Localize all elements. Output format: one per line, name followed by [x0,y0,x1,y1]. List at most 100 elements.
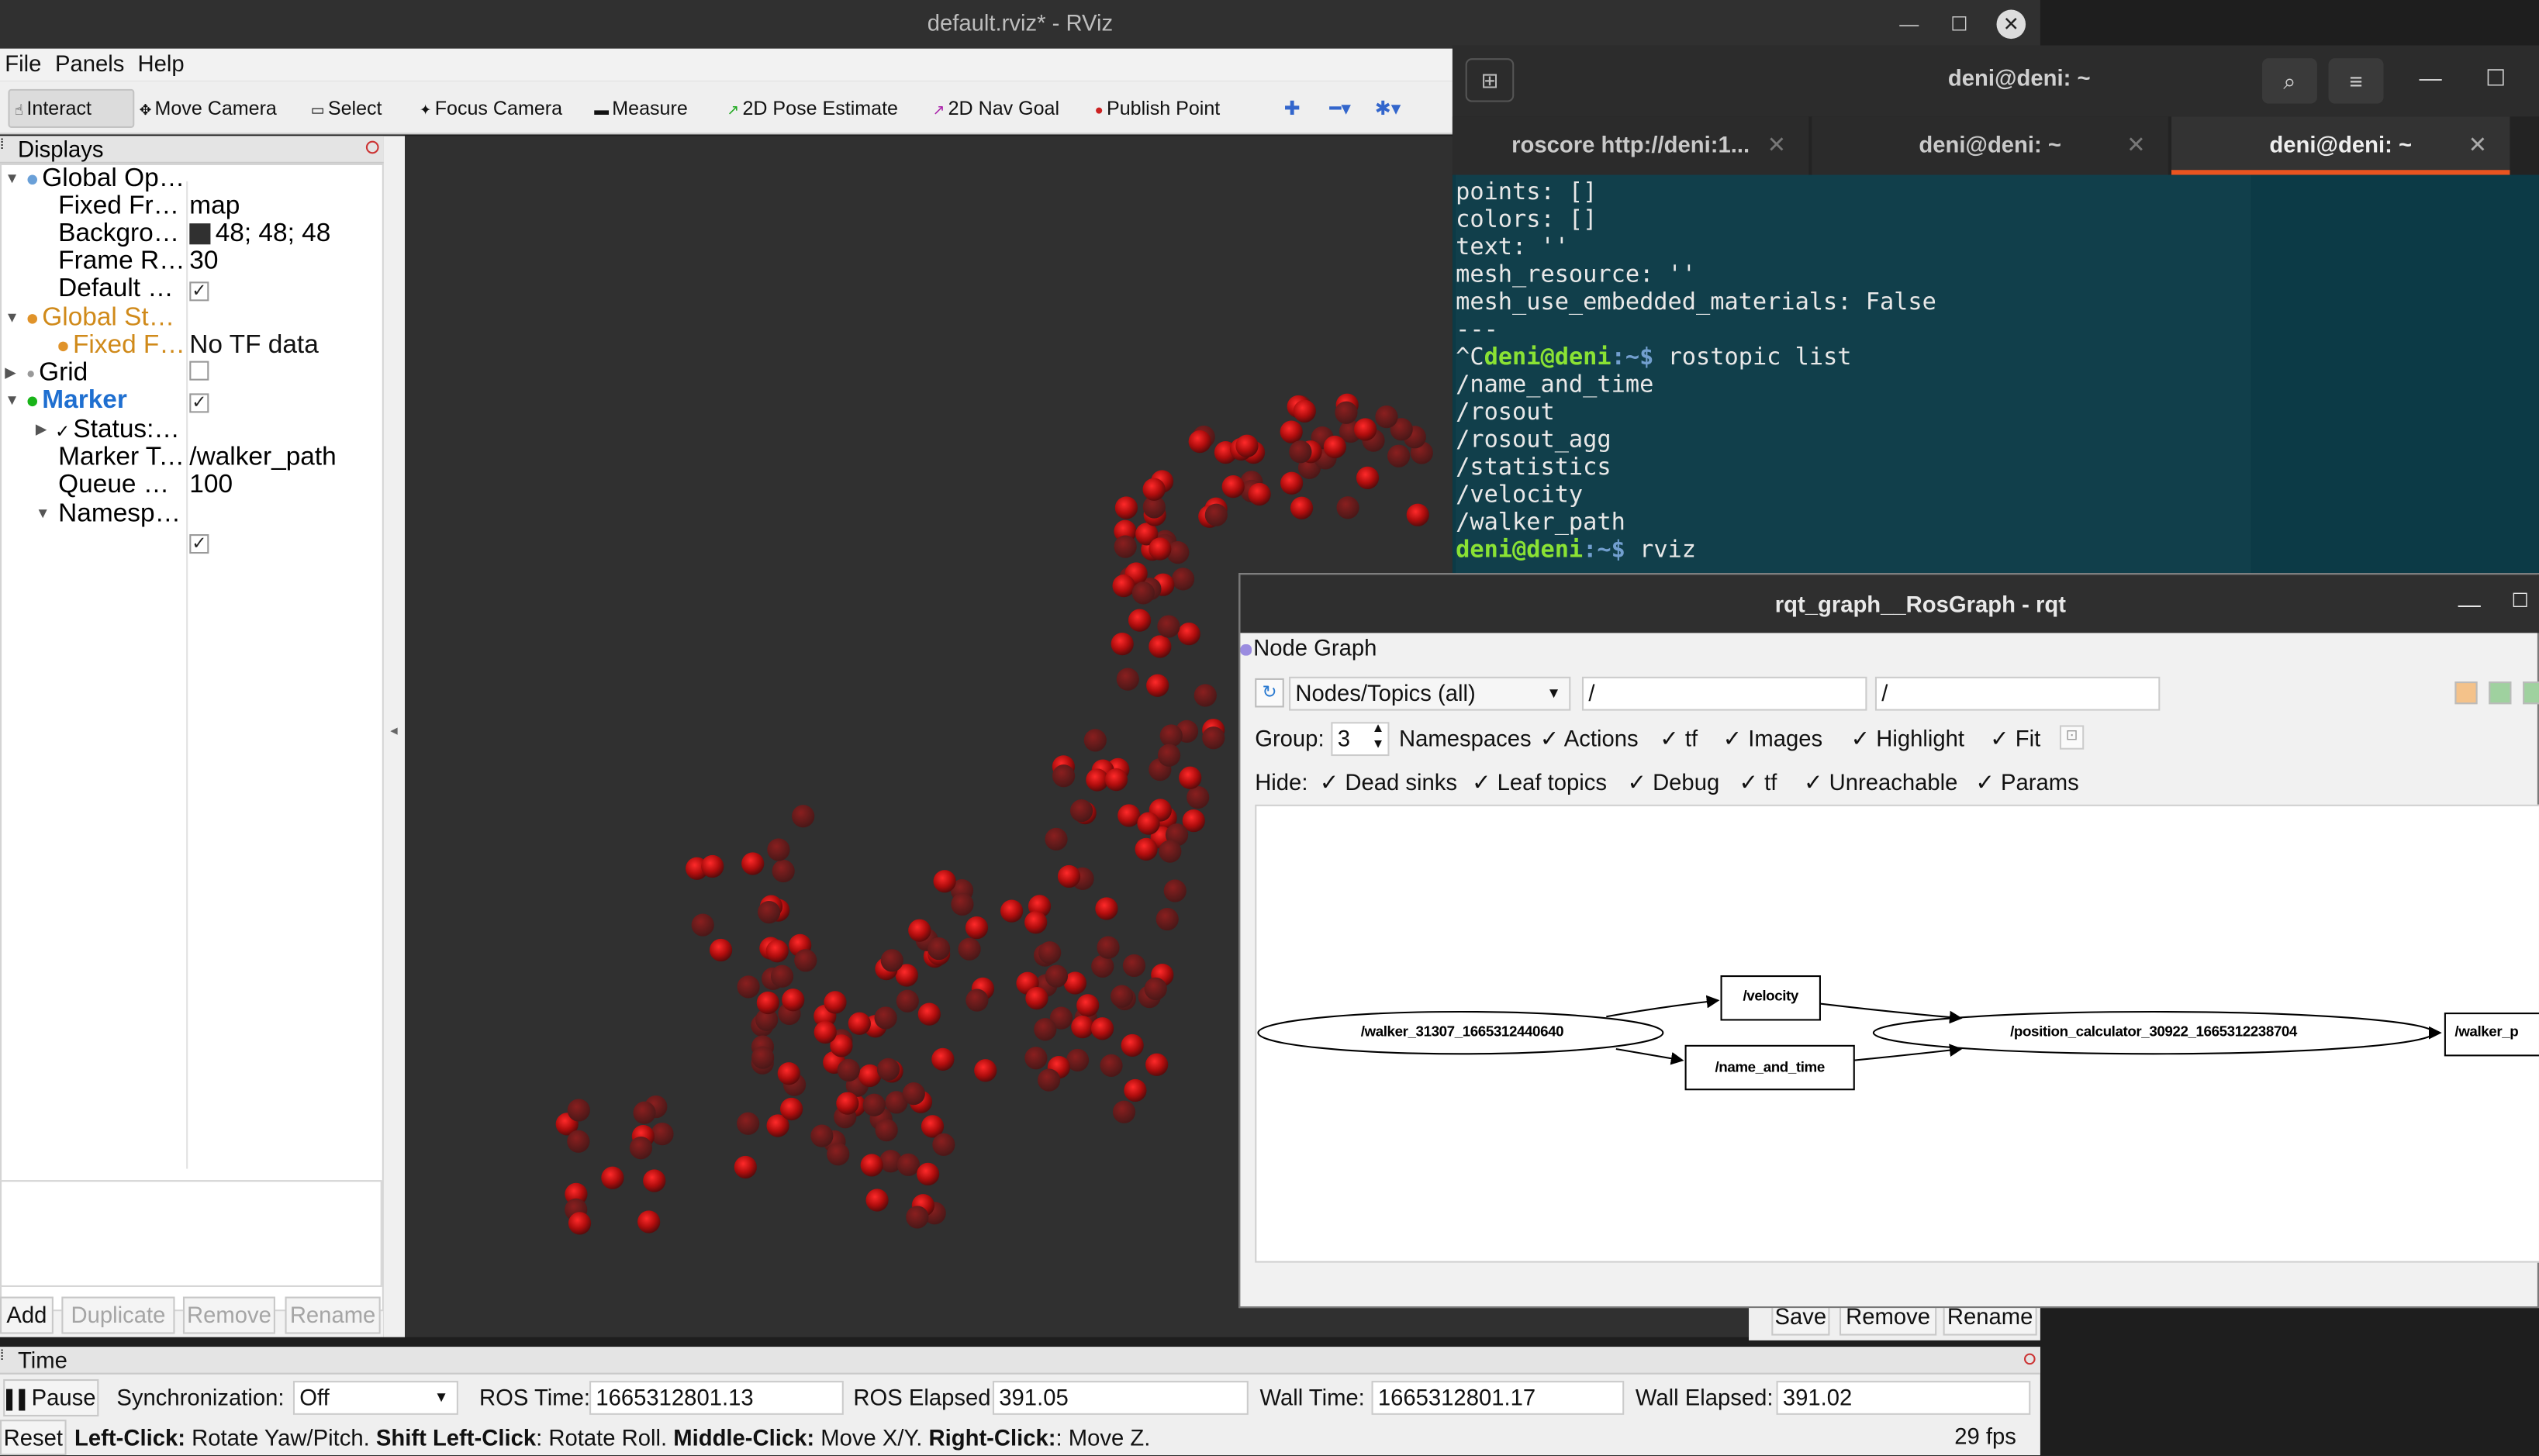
tab-deni-2[interactable]: deni@deni: ~ ✕ [2171,116,2510,175]
tree-row-frame-rate[interactable]: Frame Rate 30 [0,247,381,274]
add-display-button[interactable]: Add [0,1296,54,1334]
graph-topic-walker-path[interactable]: /walker_p [2454,1023,2539,1040]
measure-tool[interactable]: ▬ Measure [594,94,687,123]
group-spinbox[interactable]: 3 ▲ ▼ [1331,720,1390,757]
reset-button[interactable]: Reset [0,1420,67,1456]
close-icon[interactable]: ✕ [1996,9,2026,40]
move-camera-tool[interactable]: ✥ Move Camera [140,94,277,123]
actions-checkbox[interactable]: ✓ Actions [1540,725,1639,752]
collapsed-icon[interactable]: ▶ [36,416,47,443]
fit-in-view-icon[interactable]: ⊡ [2059,725,2085,750]
collapse-icon[interactable]: ◂ [390,722,397,740]
highlight-checkbox[interactable]: ✓ Highlight [1851,725,1964,752]
maximize-icon[interactable]: ☐ [2511,589,2528,612]
tree-row-default-light[interactable]: Default Li... ✓ [0,275,381,302]
tool-properties-icon[interactable]: ✱▾ [1375,94,1401,123]
publish-point-tool[interactable]: ● Publish Point [1094,94,1220,123]
description-box [0,1180,382,1287]
refresh-icon[interactable]: ↻ [1255,678,1284,708]
hide-tf-checkbox[interactable]: ✓ tf [1739,769,1777,796]
splitter[interactable]: ◂ [383,136,405,1337]
select-tool[interactable]: ▭ Select [311,94,382,123]
save-dot-icon[interactable] [2489,681,2512,705]
expand-icon[interactable]: ▼ [5,305,19,332]
close-panel-icon[interactable] [2024,1353,2036,1365]
hamburger-menu-icon[interactable]: ≡ [2328,58,2384,104]
expand-icon[interactable]: ▼ [36,500,50,527]
maximize-icon[interactable]: ☐ [1945,10,1974,40]
menu-panels[interactable]: Panels [55,50,124,76]
tree-row-marker-topic[interactable]: Marker To... /walker_path [0,443,381,471]
wall-time-field[interactable]: 1665312801.17 [1371,1381,1625,1415]
fixed-frame-value[interactable]: map [189,192,240,219]
close-tab-icon[interactable]: ✕ [1767,116,1787,171]
wall-elapsed-field[interactable]: 391.02 [1776,1381,2031,1415]
nav-goal-tool[interactable]: ↗ 2D Nav Goal [933,94,1059,123]
interact-tool[interactable]: ☝ Interact [8,88,135,128]
search-icon[interactable]: ⌕ [2261,58,2317,104]
ros-time-field[interactable]: 1665312801.13 [589,1381,844,1415]
graph-mode-select[interactable]: Nodes/Topics (all) ▼ [1289,676,1571,711]
tree-row-global-status[interactable]: ▼ Global Stat... [0,305,381,332]
graph-topic-velocity[interactable]: /velocity [1722,988,1820,1004]
default-light-checkbox[interactable]: ✓ [189,281,209,302]
fit-checkbox[interactable]: ✓ Fit [1990,725,2040,752]
tree-row-status-ok[interactable]: ▶ ✓ Status: Ok [0,416,381,443]
sync-select[interactable]: Off ▼ [292,1381,458,1415]
images-checkbox[interactable]: ✓ Images [1723,725,1823,752]
minimize-icon[interactable]: — [1895,10,1924,40]
tab-roscore[interactable]: roscore http://deni:1... ✕ [1452,116,1809,175]
tree-row-namespaces[interactable]: ▼ Namespa... [0,500,381,527]
tree-row-fixed-frame-status[interactable]: Fixed Fr... No TF data [0,332,381,360]
ros-elapsed-field[interactable]: 391.05 [992,1381,1249,1415]
stepper-icon[interactable]: ▲ ▼ [1372,720,1385,753]
pause-button[interactable]: ▌▌Pause [3,1378,99,1416]
close-tab-icon[interactable]: ✕ [2126,116,2146,171]
grid-checkbox[interactable] [189,361,209,381]
dead-sinks-checkbox[interactable]: ✓ Dead sinks [1320,769,1457,796]
minimize-icon[interactable]: — [2419,65,2441,91]
pose-estimate-tool[interactable]: ↗ 2D Pose Estimate [727,94,898,123]
color-swatch[interactable] [189,223,211,245]
duplicate-button[interactable]: Duplicate [61,1296,175,1334]
params-checkbox[interactable]: ✓ Params [1975,769,2078,796]
graph-canvas[interactable]: /walker_31307_1665312440640 /velocity /n… [1255,804,2539,1263]
terminal-output[interactable]: points: [] colors: [] text: '' mesh_reso… [1452,174,2539,596]
remove-display-button[interactable]: Remove [182,1296,275,1334]
menu-file[interactable]: File [5,50,41,76]
rename-display-button[interactable]: Rename [285,1296,381,1334]
debug-checkbox[interactable]: ✓ Debug [1627,769,1719,796]
collapsed-icon[interactable]: ▶ [5,360,16,387]
tree-row-marker[interactable]: ▼ Marker ✓ [0,387,381,415]
add-tool-icon[interactable]: ✚ [1284,94,1301,123]
remove-tool-icon[interactable]: ━▾ [1329,94,1351,123]
close-tab-icon[interactable]: ✕ [2468,116,2488,171]
tree-row-fixed-frame[interactable]: Fixed Frame map [0,192,381,219]
menu-help[interactable]: Help [137,50,184,76]
marker-sphere [1356,466,1380,489]
topic-filter-input[interactable]: / [1874,676,2161,711]
close-panel-icon[interactable] [365,140,379,154]
namespace-checkbox[interactable]: ✓ [189,534,209,554]
graph-topic-name-and-time[interactable]: /name_and_time [1686,1059,1854,1075]
tree-row-grid[interactable]: ▶ Grid [0,360,381,387]
unreachable-checkbox[interactable]: ✓ Unreachable [1804,769,1957,796]
tree-row-namespace-item[interactable]: ✓ [0,528,381,555]
marker-checkbox[interactable]: ✓ [189,393,209,413]
tab-deni-1[interactable]: deni@deni: ~ ✕ [1812,116,2168,175]
graph-node-walker[interactable]: /walker_31307_1665312440640 [1259,1023,1664,1040]
node-filter-input[interactable]: / [1581,676,1867,711]
tf-checkbox[interactable]: ✓ tf [1660,725,1698,752]
expand-icon[interactable]: ▼ [5,165,19,192]
save-image-icon[interactable] [2523,681,2539,705]
leaf-topics-checkbox[interactable]: ✓ Leaf topics [1472,769,1607,796]
tree-row-global-options[interactable]: ▼ Global Opti... [0,165,381,192]
minimize-icon[interactable]: — [2458,591,2481,616]
graph-node-position-calculator[interactable]: /position_calculator_30922_1665312238704 [1874,1023,2434,1040]
tree-row-queue-size[interactable]: Queue Size 100 [0,471,381,499]
maximize-icon[interactable]: ☐ [2485,65,2506,92]
focus-camera-tool[interactable]: ✦ Focus Camera [420,94,562,123]
expand-icon[interactable]: ▼ [5,387,19,414]
load-dot-icon[interactable] [2454,681,2478,705]
tree-row-background[interactable]: Backgrou... 48; 48; 48 [0,220,381,247]
